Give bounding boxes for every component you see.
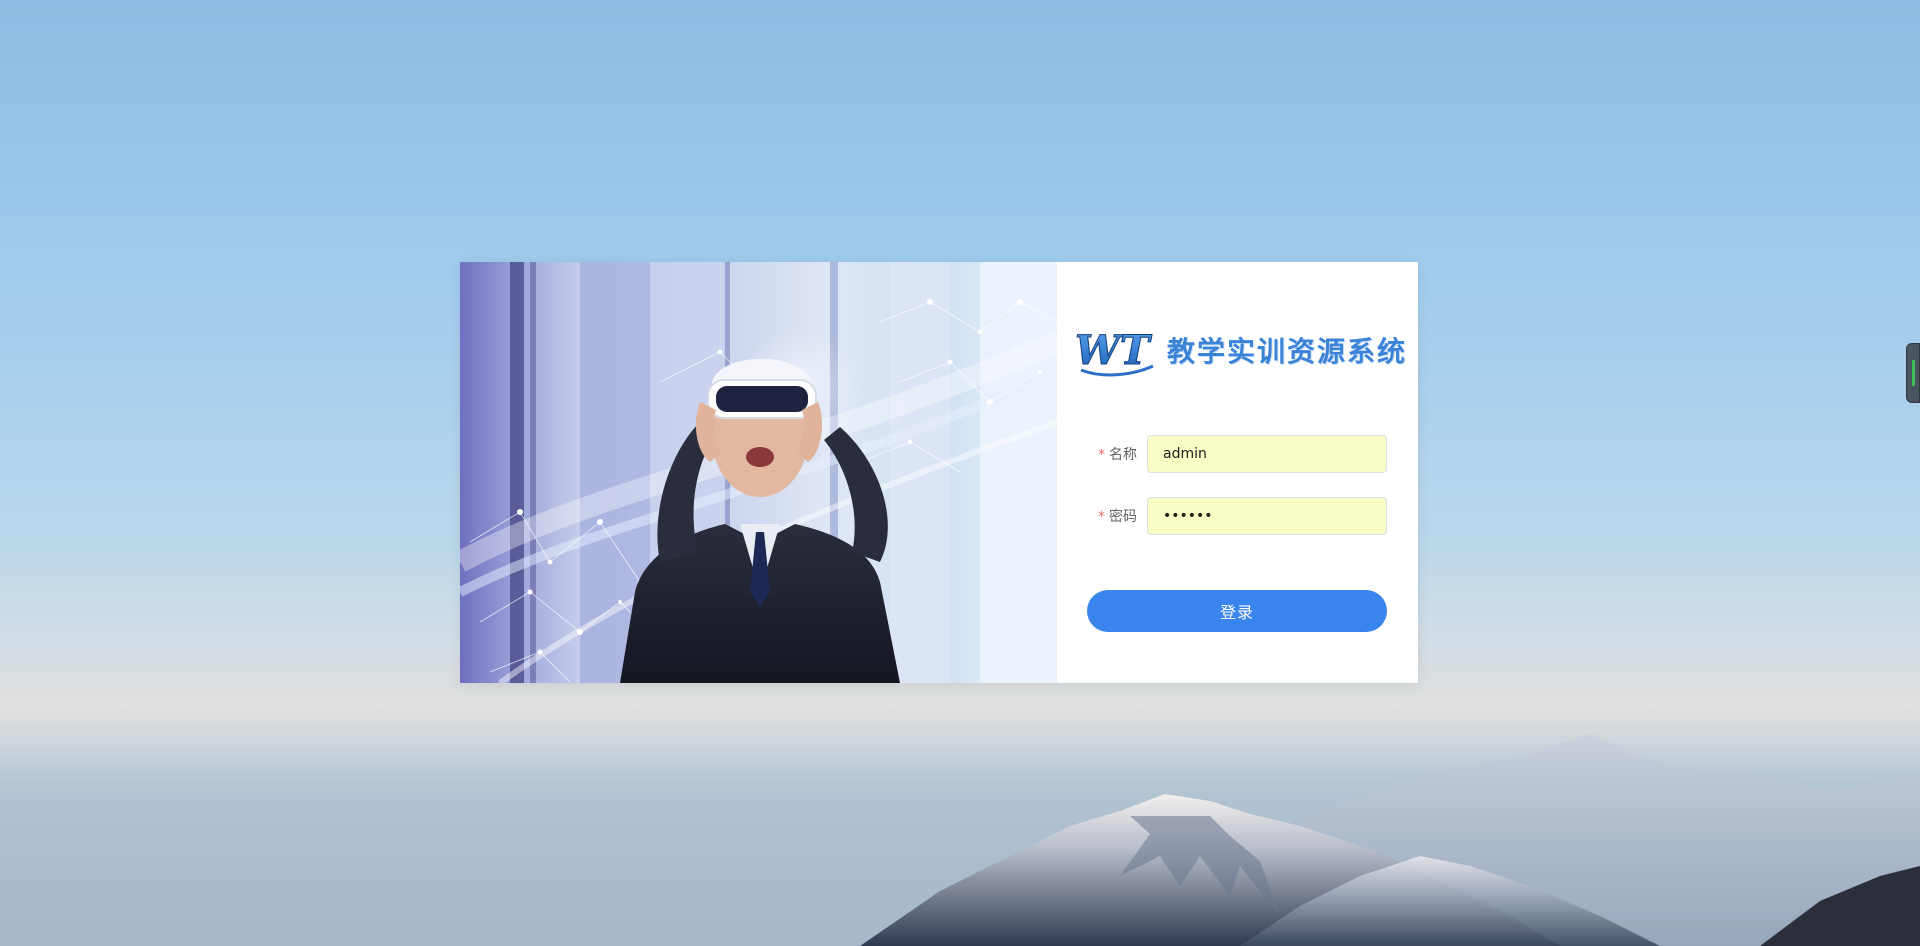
password-form-row: * 密码 — [1057, 497, 1418, 537]
svg-text:WT: WT — [1075, 327, 1153, 374]
hero-image-vr-user — [460, 262, 1057, 683]
name-input[interactable] — [1147, 435, 1387, 473]
password-label: * 密码 — [1098, 497, 1137, 537]
password-input[interactable] — [1147, 497, 1387, 535]
name-label: * 名称 — [1098, 435, 1137, 475]
name-form-row: * 名称 — [1057, 435, 1418, 475]
wt-logo-icon: WT — [1071, 322, 1157, 378]
name-label-text: 名称 — [1109, 447, 1137, 463]
brand-header: WT 教学实训资源系统 — [1071, 320, 1407, 380]
side-extension-tab[interactable] — [1906, 343, 1920, 403]
system-title: 教学实训资源系统 — [1167, 335, 1408, 368]
login-button[interactable]: 登录 — [1087, 590, 1387, 632]
required-mark: * — [1098, 447, 1105, 463]
password-label-text: 密码 — [1109, 509, 1137, 525]
hero-illustration — [460, 262, 1057, 683]
required-mark: * — [1098, 509, 1105, 525]
login-card: WT 教学实训资源系统 *名称 *密码 登录 — [460, 262, 1418, 683]
extension-handle-icon — [1912, 360, 1915, 386]
login-form-panel: WT 教学实训资源系统 *名称 *密码 登录 — [1057, 262, 1418, 683]
mountain-range — [860, 734, 1920, 946]
